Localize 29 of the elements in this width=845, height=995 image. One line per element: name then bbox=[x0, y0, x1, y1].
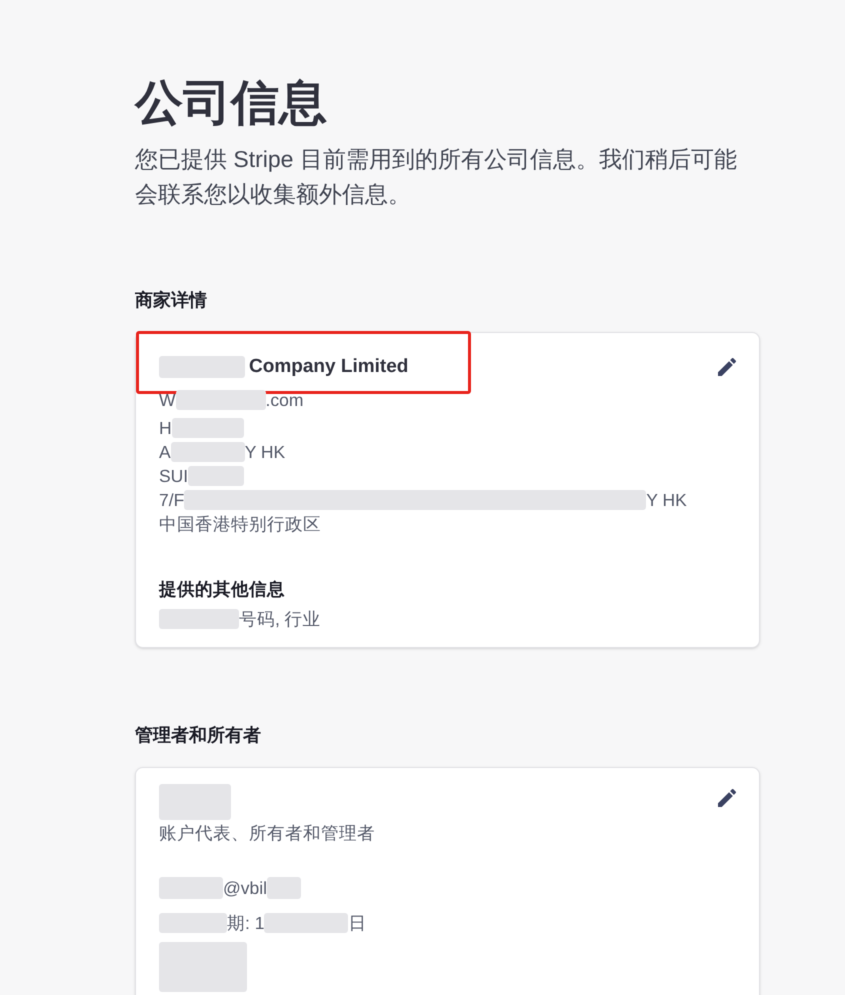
page-description: 您已提供 Stripe 目前需用到的所有公司信息。我们稍后可能会联系您以收集额外信息。 bbox=[135, 145, 738, 209]
blurred-patch bbox=[159, 913, 227, 933]
company-name: Company Limited bbox=[249, 355, 408, 379]
detail-text: .com bbox=[266, 389, 304, 412]
section-heading: 管理者和所有者 bbox=[135, 724, 262, 747]
subsection-label: 提供的其他信息 bbox=[159, 578, 285, 601]
edit-button[interactable] bbox=[717, 788, 737, 808]
detail-text: Y HK bbox=[244, 441, 286, 464]
pencil-icon bbox=[718, 358, 736, 376]
detail-text: 日 bbox=[348, 912, 366, 935]
blurred-patch bbox=[159, 877, 223, 899]
detail-text: 期: 1 bbox=[227, 912, 264, 935]
page-title: 公司信息 bbox=[135, 76, 328, 132]
blurred-patch bbox=[159, 784, 231, 820]
detail-text: W bbox=[159, 389, 176, 412]
section-heading: 商家详情 bbox=[135, 289, 208, 312]
detail-text: A bbox=[159, 441, 171, 464]
detail-text: @vbil bbox=[223, 877, 268, 900]
pencil-icon bbox=[718, 789, 736, 807]
detail-text: 号码, 行业 bbox=[239, 608, 321, 631]
edit-button[interactable] bbox=[717, 357, 737, 377]
detail-text: 账户代表、所有者和管理者 bbox=[159, 822, 375, 845]
detail-text: Y HK bbox=[646, 489, 687, 512]
detail-text: 中国香港特别行政区 bbox=[159, 513, 321, 536]
detail-text: H bbox=[159, 417, 172, 440]
detail-text: SUI bbox=[159, 465, 188, 488]
blurred-patch bbox=[267, 877, 302, 899]
detail-text: 7/F bbox=[159, 489, 184, 512]
blurred-patch bbox=[188, 466, 244, 486]
